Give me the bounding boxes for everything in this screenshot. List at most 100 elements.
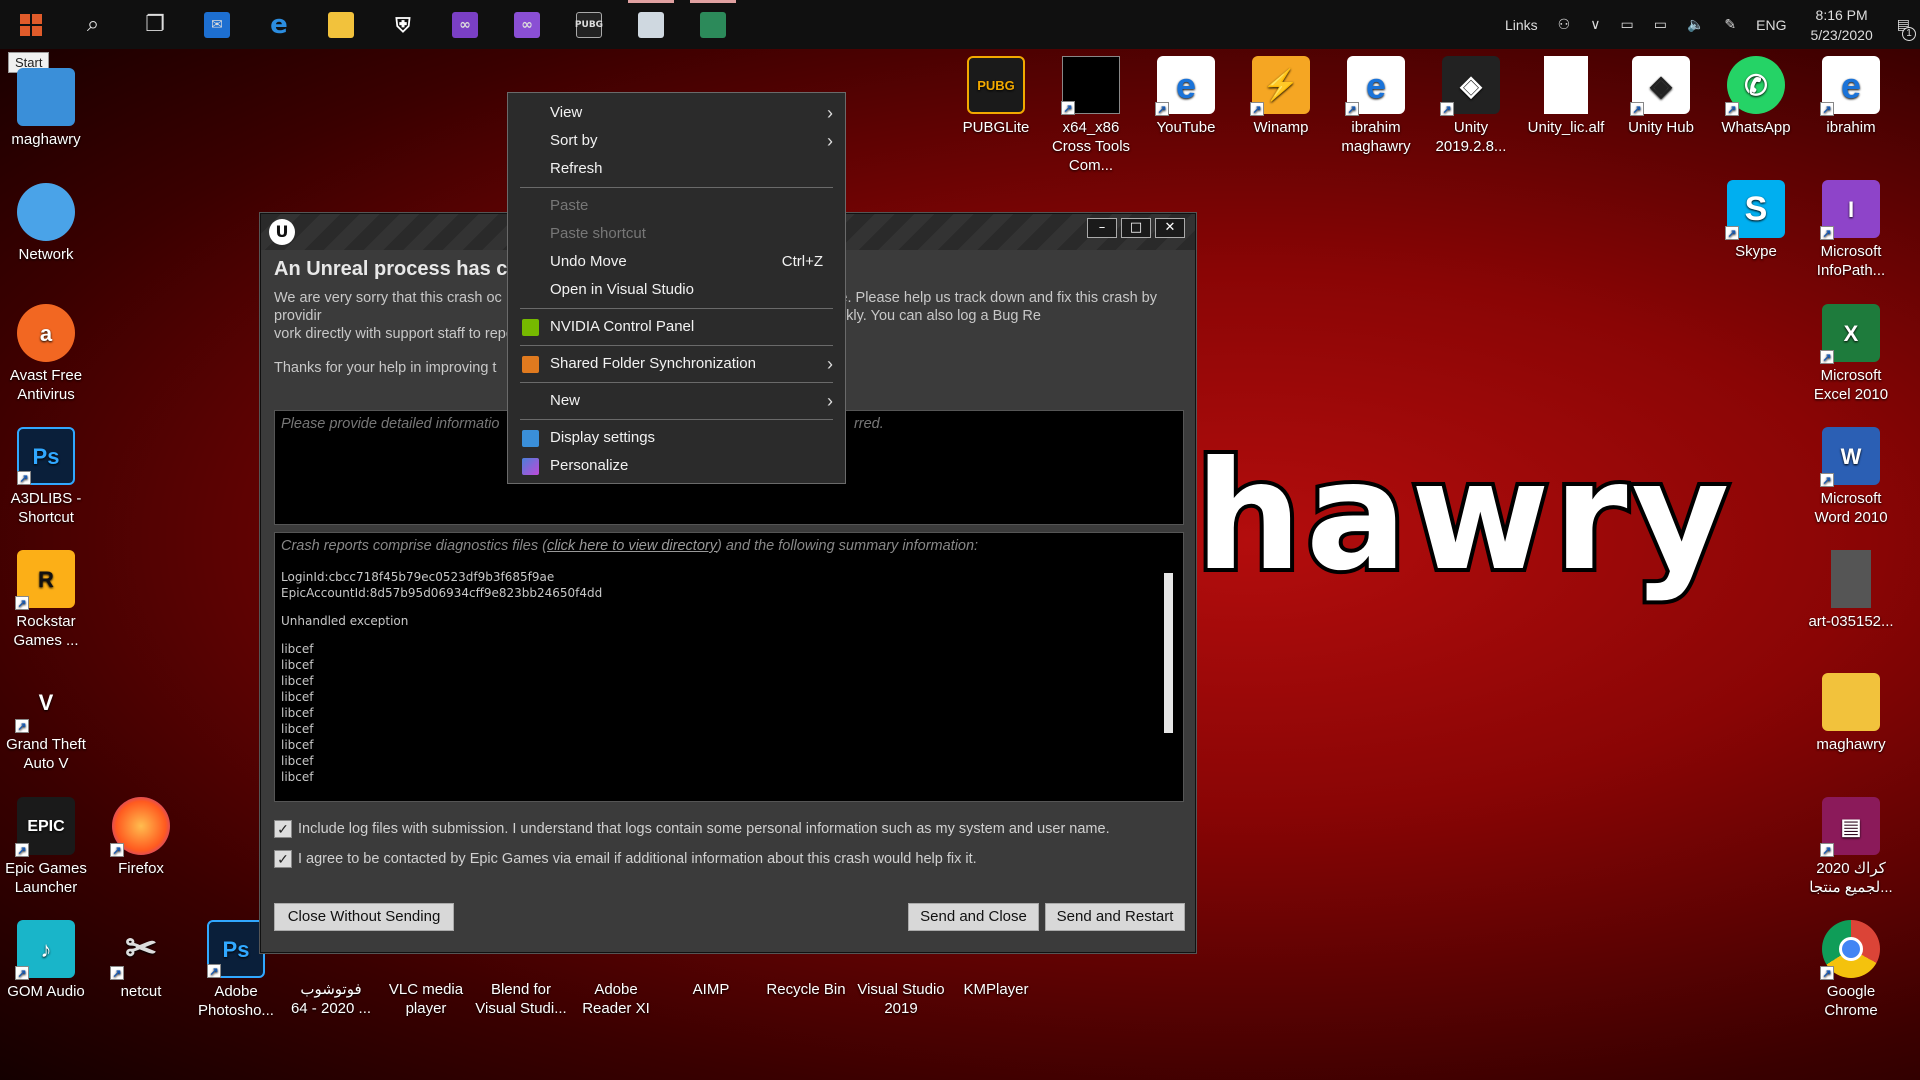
desktop-icon-unity-lic[interactable]: Unity_lic.alf [1518, 56, 1614, 137]
desktop-icon-visual-studio-2019[interactable]: Visual Studio 2019 [853, 948, 949, 1018]
desktop-icon-epic-games[interactable]: EPIC ↗ Epic Games Launcher [0, 797, 94, 897]
chevron-right-icon: › [827, 131, 833, 151]
icon-label: Unity 2019.2.8... [1435, 119, 1507, 155]
desktop-icon-winamp[interactable]: ⚡ ↗ Winamp [1233, 56, 1329, 137]
desktop-icon-unity-hub[interactable]: ◈ ↗ Unity Hub [1613, 56, 1709, 137]
crash-report-summary[interactable]: Crash reports comprise diagnostics files… [274, 532, 1184, 802]
icon-label: Winamp [1253, 119, 1309, 136]
search-button[interactable]: ⌕ [62, 0, 124, 49]
desktop-icon-chrome[interactable]: ↗ Google Chrome [1803, 920, 1899, 1020]
notification-center-icon[interactable]: ▤ 1 [1887, 16, 1920, 41]
desktop-icon-excel[interactable]: X ↗ Microsoft Excel 2010 [1803, 304, 1899, 404]
language-indicator[interactable]: ENG [1746, 17, 1796, 33]
desktop-icon-ibrahim[interactable]: e ↗ ibrahim [1803, 56, 1899, 137]
desktop-icon-gom-audio[interactable]: ♪ ↗ GOM Audio [0, 920, 94, 1001]
desktop-icon-rockstar[interactable]: R ↗ Rockstar Games ... [0, 550, 94, 650]
menu-item-undo-move[interactable]: Undo Move Ctrl+Z [508, 248, 845, 276]
edge-icon: e ↗ [1820, 56, 1880, 116]
desktop-icon-network[interactable]: Network [0, 183, 94, 264]
close-button[interactable]: ✕ [1155, 218, 1185, 238]
send-and-restart-button[interactable]: Send and Restart [1045, 903, 1185, 931]
close-without-sending-button[interactable]: Close Without Sending [274, 903, 454, 931]
view-directory-link[interactable]: click here to view directory [547, 538, 717, 554]
desktop-icon-maghawry-folder[interactable]: maghawry [1803, 673, 1899, 754]
chevron-up-icon[interactable]: ∨ [1580, 16, 1610, 33]
app-window-icon [638, 11, 664, 38]
desktop-icon-skype[interactable]: S ↗ Skype [1708, 180, 1804, 261]
stack-line: libcef [281, 706, 314, 720]
desktop-icon-firefox[interactable]: ↗ Firefox [93, 797, 189, 878]
include-logs-checkbox[interactable]: ✓ [274, 820, 292, 838]
menu-item-new[interactable]: New › [508, 387, 845, 415]
menu-item-sort-by[interactable]: Sort by › [508, 127, 845, 155]
desktop-icon-ibrahim-maghawry[interactable]: e ↗ ibrahim maghawry [1328, 56, 1424, 156]
crash-reporter-icon [700, 11, 726, 38]
desktop-icon-photoshop-arabic[interactable]: فوتوشوب 2020 - 64 ... [283, 948, 379, 1018]
taskbar-pubg[interactable]: PUBG [558, 0, 620, 49]
contact-agree-checkbox[interactable]: ✓ [274, 850, 292, 868]
send-and-close-button[interactable]: Send and Close [908, 903, 1039, 931]
desktop-icon-blend[interactable]: Blend for Visual Studi... [473, 948, 569, 1018]
taskbar-visual-studio-2[interactable]: ∞ [496, 0, 558, 49]
console-icon: ↗ [1061, 56, 1120, 115]
icon-label: VLC media player [388, 981, 464, 1017]
menu-item-shared-folder-sync[interactable]: Shared Folder Synchronization › [508, 350, 845, 378]
desktop-icon-crack-2020[interactable]: ▤ ↗ كراك 2020 لجميع منتجا... [1803, 797, 1899, 897]
menu-item-open-visual-studio[interactable]: Open in Visual Studio [508, 276, 845, 304]
pen-icon[interactable]: ✎ [1714, 16, 1746, 33]
clock[interactable]: 8:16 PM 5/23/2020 [1796, 5, 1886, 45]
desktop-icon-infopath[interactable]: I ↗ Microsoft InfoPath... [1803, 180, 1899, 280]
start-button[interactable] [0, 0, 62, 49]
infopath-icon: I ↗ [1820, 180, 1880, 240]
menu-item-display-settings[interactable]: Display settings [508, 424, 845, 452]
desktop-icon-gta-v[interactable]: V ↗ Grand Theft Auto V [0, 673, 94, 773]
network-icon[interactable]: ▭ [1610, 16, 1643, 33]
desktop-icon-unity-2019[interactable]: ◈ ↗ Unity 2019.2.8... [1423, 56, 1519, 156]
login-id: LoginId:cbcc718f45b79ec0523df9b3f685f9ae [281, 570, 555, 584]
people-icon[interactable]: ⚇ [1548, 16, 1581, 33]
links-toolbar[interactable]: Links [1495, 17, 1548, 33]
minimize-button[interactable]: – [1087, 218, 1117, 238]
report-scrollbar[interactable] [1164, 573, 1173, 733]
menu-item-view[interactable]: View › [508, 99, 845, 127]
desktop-icon-youtube[interactable]: e ↗ YouTube [1138, 56, 1234, 137]
desktop-icon-avast[interactable]: a Avast Free Antivirus [0, 304, 94, 404]
volume-icon[interactable]: 🔈 [1677, 16, 1714, 33]
taskbar-file-explorer[interactable] [310, 0, 372, 49]
task-view-button[interactable]: ❐ [124, 0, 186, 49]
menu-item-refresh[interactable]: Refresh [508, 155, 845, 183]
desktop-icon-netcut[interactable]: ✂ ↗ netcut [93, 920, 189, 1001]
desktop-icon-art[interactable]: art-035152... [1803, 550, 1899, 631]
epic-games-icon: EPIC ↗ [15, 797, 75, 857]
desktop-icon-recycle-bin[interactable]: Recycle Bin [758, 948, 854, 999]
icon-label: Grand Theft Auto V [6, 736, 86, 772]
desktop-icon-a3dlibs[interactable]: Ps ↗ A3DLIBS - Shortcut [0, 427, 94, 527]
desktop-icon-adobe-reader[interactable]: Adobe Reader XI [568, 948, 664, 1018]
desktop-icon-aimp[interactable]: AIMP [663, 948, 759, 999]
desktop-icon-maghawry-pc[interactable]: maghawry [0, 68, 94, 149]
maximize-button[interactable]: □ [1121, 218, 1151, 238]
desktop-icon-whatsapp[interactable]: ✆ ↗ WhatsApp [1708, 56, 1804, 137]
battery-icon[interactable]: ▭ [1644, 16, 1677, 33]
taskbar-app-active[interactable] [620, 0, 682, 49]
icon-label: Skype [1735, 243, 1777, 260]
icon-label: Google Chrome [1824, 983, 1878, 1019]
menu-label: Undo Move [550, 253, 627, 270]
menu-separator [520, 345, 833, 346]
report-lines: LoginId:cbcc718f45b79ec0523df9b3f685f9ae… [275, 559, 1183, 795]
desktop-icon-pubglite[interactable]: PUBG PUBGLite [948, 56, 1044, 137]
menu-item-nvidia[interactable]: NVIDIA Control Panel [508, 313, 845, 341]
taskbar-security[interactable]: ⛨ [372, 0, 434, 49]
desktop-icon-word[interactable]: W ↗ Microsoft Word 2010 [1803, 427, 1899, 527]
taskbar-mail[interactable]: ✉ [186, 0, 248, 49]
menu-item-personalize[interactable]: Personalize [508, 452, 845, 480]
taskbar-edge[interactable]: e [248, 0, 310, 49]
taskbar-visual-studio-1[interactable]: ∞ [434, 0, 496, 49]
desktop-icon-cross-tools[interactable]: ↗ x64_x86 Cross Tools Com... [1043, 56, 1139, 175]
taskbar-crash-reporter[interactable] [682, 0, 744, 49]
desktop-icon-vlc[interactable]: VLC media player [378, 948, 474, 1018]
desktop-icon-kmplayer[interactable]: KMPlayer [948, 948, 1044, 999]
menu-label: Open in Visual Studio [550, 281, 694, 298]
firefox-icon: ↗ [110, 797, 170, 857]
winrar-icon: ▤ ↗ [1820, 797, 1880, 857]
